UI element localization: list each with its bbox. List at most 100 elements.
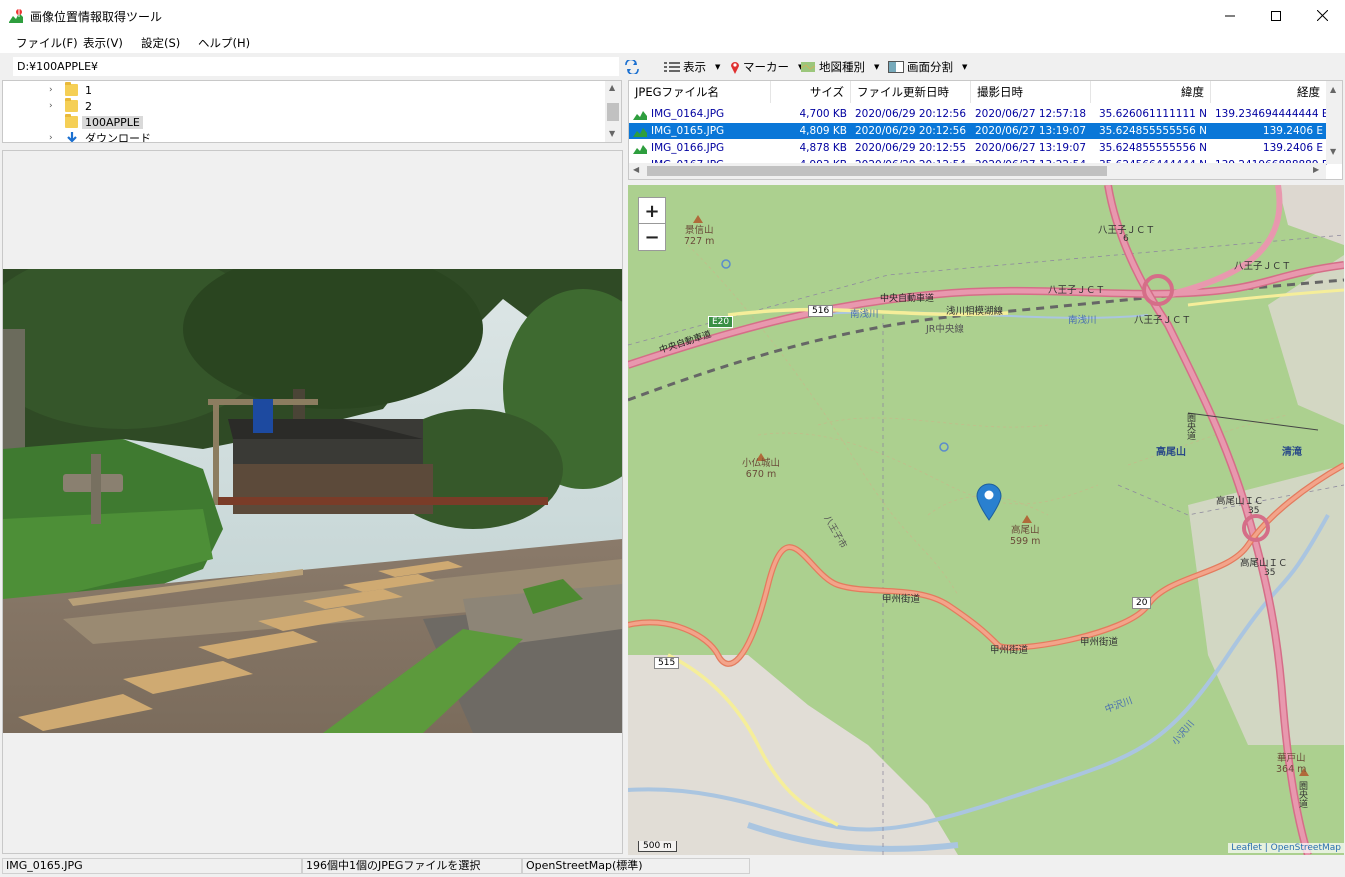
folder-tree[interactable]: › 1 › 2 100APPLE › ダウンロード ▲ ▼	[2, 80, 622, 143]
map-label-road: 甲州街道	[1080, 637, 1119, 648]
map-label-route-shield: E20	[708, 316, 734, 328]
cell-filename: IMG_0165.JPG	[651, 125, 725, 137]
scroll-up-icon[interactable]: ▲	[1330, 85, 1336, 94]
split-dropdown[interactable]: 画面分割 ▼	[888, 58, 967, 76]
refresh-icon	[625, 60, 639, 74]
column-header-modified[interactable]: ファイル更新日時	[851, 81, 971, 103]
map-label-route-shield: 516	[808, 305, 834, 317]
column-header-size[interactable]: サイズ	[771, 81, 851, 103]
path-field[interactable]: D:¥100APPLE¥	[13, 57, 619, 76]
folder-icon	[65, 114, 78, 128]
scroll-down-icon[interactable]: ▼	[609, 129, 615, 138]
marker-dropdown[interactable]: マーカー ▼	[730, 58, 803, 76]
menu-view[interactable]: 表示(V)	[83, 35, 123, 51]
file-list-vscrollbar[interactable]: ▲ ▼	[1326, 81, 1342, 164]
tree-item-label: 1	[85, 83, 92, 97]
jpeg-file-icon	[633, 145, 647, 154]
chevron-right-icon[interactable]: ›	[49, 133, 59, 142]
view-dropdown[interactable]: 表示 ▼	[664, 58, 720, 76]
map-attribution[interactable]: Leaflet | OpenStreetMap	[1228, 843, 1344, 853]
scroll-left-icon[interactable]: ◀	[633, 165, 639, 174]
map-type-dropdown[interactable]: 地図種別 ▼	[800, 58, 879, 76]
view-label: 表示	[683, 60, 706, 74]
chevron-right-icon[interactable]: ›	[49, 85, 59, 95]
cell-longitude: 139.234694444444 E	[1215, 108, 1327, 120]
scroll-thumb[interactable]	[607, 103, 619, 121]
tree-item[interactable]: › 1	[3, 82, 603, 98]
status-bar: IMG_0165.JPG 196個中1個のJPEGファイルを選択 OpenStr…	[0, 855, 1345, 877]
tree-item-selected[interactable]: 100APPLE	[3, 114, 603, 130]
tree-item[interactable]: › 2	[3, 98, 603, 114]
menu-help[interactable]: ヘルプ(H)	[198, 35, 250, 51]
cell-taken: 2020/06/27 13:19:07	[975, 125, 1087, 137]
cell-taken: 2020/06/27 13:19:07	[975, 142, 1087, 154]
status-filename: IMG_0165.JPG	[2, 858, 302, 874]
refresh-button[interactable]	[622, 57, 642, 77]
zoom-in-button[interactable]: +	[638, 197, 666, 225]
map-label-road: 浅川相模湖線	[946, 306, 1004, 317]
map-label-route-shield: 20	[1132, 597, 1152, 609]
map-label-peak: 景信山 727 m	[684, 225, 715, 247]
jpeg-file-icon	[633, 128, 647, 137]
menu-bar: ファイル(F) 表示(V) 設定(S) ヘルプ(H)	[0, 31, 1345, 53]
tree-item-label: 100APPLE	[82, 115, 143, 129]
close-button[interactable]	[1299, 0, 1345, 31]
cell-filename: IMG_0166.JPG	[651, 142, 725, 154]
file-list-hscrollbar[interactable]: ◀ ▶	[629, 163, 1326, 179]
folder-icon	[65, 98, 78, 112]
file-list[interactable]: JPEGファイル名 サイズ ファイル更新日時 撮影日時 緯度 経度 IMG_01…	[628, 80, 1343, 180]
folder-icon	[65, 82, 78, 96]
map-view[interactable]: 景信山 727 m 小仏城山 670 m 高尾山 599 m 華戸山 364 m 八王子…	[628, 185, 1344, 855]
maximize-button[interactable]	[1253, 0, 1299, 31]
scroll-thumb[interactable]	[647, 166, 1107, 176]
jpeg-file-icon	[633, 111, 647, 120]
scroll-down-icon[interactable]: ▼	[1330, 147, 1336, 156]
map-label-jct: 八王子ＪＣＴ	[1048, 285, 1106, 296]
map-label-road: 中央自動車道	[880, 294, 935, 304]
scroll-up-icon[interactable]: ▲	[609, 83, 615, 92]
tree-scrollbar[interactable]: ▲ ▼	[605, 81, 621, 142]
map-label-ic: 高尾山ＩＣ	[1216, 496, 1264, 507]
split-screen-icon	[888, 61, 904, 73]
map-label-station: 高尾山	[1156, 447, 1186, 458]
cell-modified: 2020/06/29 20:12:56	[855, 125, 967, 137]
cell-filename: IMG_0164.JPG	[651, 108, 725, 120]
table-row[interactable]: IMG_0164.JPG 4,700 KB 2020/06/29 20:12:5…	[629, 106, 1327, 122]
path-text: D:¥100APPLE¥	[17, 60, 99, 73]
column-header-filename[interactable]: JPEGファイル名	[629, 81, 771, 103]
column-header-longitude[interactable]: 経度	[1211, 81, 1327, 103]
tree-item[interactable]: › ダウンロード	[3, 130, 603, 143]
map-label-road: 圏央道	[1185, 413, 1195, 440]
cell-size: 4,809 KB	[799, 125, 848, 137]
menu-settings[interactable]: 設定(S)	[141, 35, 180, 51]
close-icon	[1316, 10, 1328, 21]
title-bar: 画像位置情報取得ツール	[0, 0, 1345, 31]
cell-modified: 2020/06/29 20:12:55	[855, 142, 967, 154]
chevron-right-icon[interactable]: ›	[49, 101, 59, 111]
marker-icon	[731, 62, 739, 74]
table-row-selected[interactable]: IMG_0165.JPG 4,809 KB 2020/06/29 20:12:5…	[629, 123, 1327, 139]
zoom-out-button[interactable]: −	[638, 223, 666, 251]
scroll-right-icon[interactable]: ▶	[1313, 165, 1319, 174]
map-label-road: 甲州街道	[990, 645, 1029, 656]
marker-label: マーカー	[743, 60, 789, 74]
toolbar: 表示 ▼ マーカー ▼ 地図種別 ▼ 画面分割 ▼	[648, 56, 988, 78]
window-title: 画像位置情報取得ツール	[30, 10, 163, 24]
column-header-taken[interactable]: 撮影日時	[971, 81, 1091, 103]
app-icon	[9, 9, 23, 23]
status-selection-count: 196個中1個のJPEGファイルを選択	[302, 858, 522, 874]
cell-latitude: 35.624855555556 N	[1098, 142, 1207, 154]
location-marker-icon[interactable]	[976, 483, 1002, 521]
column-header-latitude[interactable]: 緯度	[1091, 81, 1211, 103]
list-view-icon	[664, 62, 680, 72]
tree-item-label: ダウンロード	[85, 132, 151, 143]
cell-size: 4,878 KB	[799, 142, 848, 154]
photo-preview	[3, 269, 622, 733]
cell-size: 4,700 KB	[799, 108, 848, 120]
menu-file[interactable]: ファイル(F)	[16, 35, 78, 51]
map-label-peak: 華戸山 364 m	[1276, 753, 1307, 775]
table-row[interactable]: IMG_0166.JPG 4,878 KB 2020/06/29 20:12:5…	[629, 140, 1327, 156]
minimize-button[interactable]	[1207, 0, 1253, 31]
map-label-station: 清滝	[1282, 447, 1302, 458]
map-label-road: 甲州街道	[882, 594, 921, 605]
